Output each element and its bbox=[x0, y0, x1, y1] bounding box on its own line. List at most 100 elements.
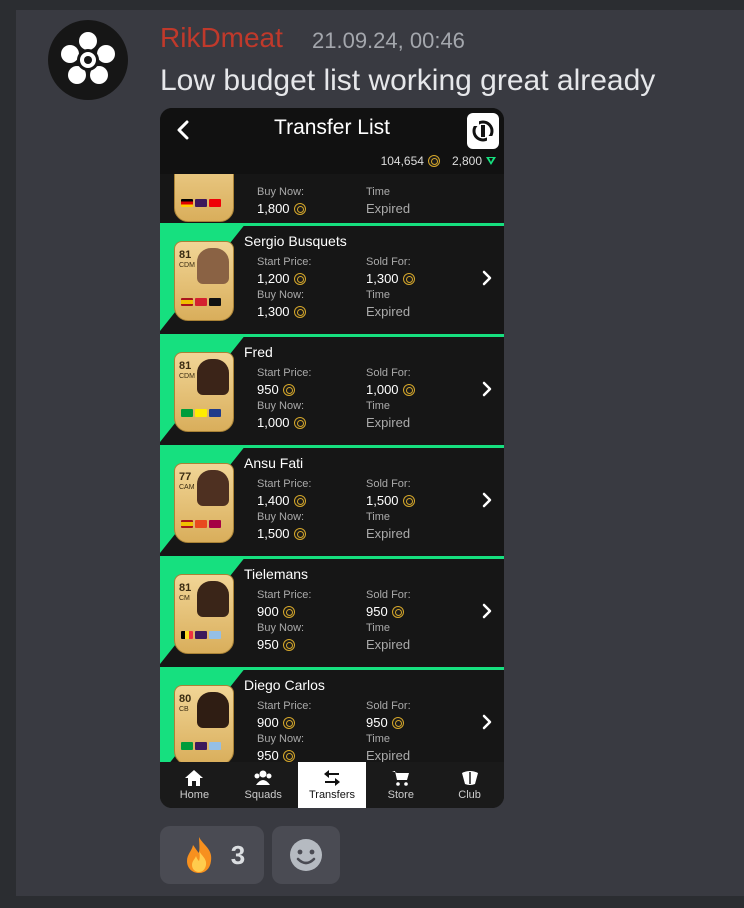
coin-icon bbox=[293, 202, 306, 215]
card-rating: 81 bbox=[179, 582, 192, 594]
card-flags bbox=[181, 409, 221, 417]
bottom-divider bbox=[0, 896, 744, 908]
chevron-right-icon[interactable] bbox=[480, 380, 494, 398]
coin-icon bbox=[391, 605, 404, 618]
buy-now-value: 1,000 bbox=[257, 415, 306, 430]
sold-stripe bbox=[160, 667, 504, 670]
sold-for-value: 1,500 bbox=[366, 493, 415, 508]
player-card: 81 CDM bbox=[174, 241, 234, 321]
screen-title: Transfer List bbox=[274, 116, 390, 139]
chevron-right-icon[interactable] bbox=[480, 269, 494, 287]
card-flags bbox=[181, 199, 221, 207]
buy-now-label: Buy Now: bbox=[257, 289, 305, 301]
buy-now-value: 1,500 bbox=[257, 526, 306, 541]
coin-icon bbox=[282, 749, 295, 762]
card-position: CDM bbox=[179, 373, 195, 380]
sold-for-label: Sold For: bbox=[366, 367, 411, 379]
time-value: Expired bbox=[366, 415, 411, 430]
coin-icon bbox=[427, 155, 440, 167]
start-price-label: Start Price: bbox=[257, 367, 312, 379]
home-icon bbox=[185, 770, 204, 786]
chevron-right-icon[interactable] bbox=[480, 602, 494, 620]
smiley-add-icon bbox=[290, 839, 322, 871]
coin-icon bbox=[282, 638, 295, 651]
player-name: Diego Carlos bbox=[244, 677, 325, 693]
points-value: 2,800 bbox=[451, 154, 482, 168]
cart-icon bbox=[391, 771, 409, 786]
time-value: Expired bbox=[366, 748, 411, 762]
start-price-value: 1,400 bbox=[257, 493, 306, 508]
player-card: 80 CB bbox=[174, 685, 234, 762]
nav-label: Squads bbox=[244, 789, 282, 801]
attached-screenshot[interactable]: Transfer List 104,654 2,800 Buy Now: 1,8… bbox=[160, 108, 504, 808]
transfer-row[interactable]: 80 CB Diego Carlos Start Price: 900 Buy … bbox=[160, 667, 504, 762]
nav-label: Club bbox=[458, 789, 481, 801]
fire-reaction-button[interactable]: 3 bbox=[160, 826, 264, 884]
chevron-right-icon[interactable] bbox=[480, 491, 494, 509]
message-username[interactable]: RikDmeat bbox=[160, 22, 283, 54]
coin-icon bbox=[402, 494, 415, 507]
transfer-row[interactable]: 81 CDM Sergio Busquets Start Price: 1,20… bbox=[160, 223, 504, 334]
sold-for-label: Sold For: bbox=[366, 700, 411, 712]
user-avatar[interactable] bbox=[48, 20, 128, 100]
time-label: Time bbox=[366, 289, 391, 301]
rose-emblem-icon bbox=[61, 32, 115, 84]
buy-now-label: Buy Now: bbox=[257, 400, 305, 412]
player-face bbox=[197, 692, 229, 728]
transfer-list: Buy Now: 1,800 Time Expired 81 CDM Sergi bbox=[160, 174, 504, 762]
card-position: CDM bbox=[179, 262, 195, 269]
start-price-label: Start Price: bbox=[257, 256, 312, 268]
coin-icon bbox=[293, 416, 306, 429]
points-gem-icon bbox=[486, 157, 496, 165]
card-rating: 80 bbox=[179, 693, 192, 705]
message-text: Low budget list working great already bbox=[160, 64, 656, 97]
coin-icon bbox=[293, 272, 306, 285]
transfer-row[interactable]: 77 CAM Ansu Fati Start Price: 1,400 Buy … bbox=[160, 445, 504, 556]
sold-for-label: Sold For: bbox=[366, 256, 411, 268]
player-card: 81 CM bbox=[174, 574, 234, 654]
start-price-value: 1,200 bbox=[257, 271, 306, 286]
nav-squads[interactable]: Squads bbox=[229, 762, 298, 808]
bottom-nav: Home Squads Transfers Store Club bbox=[160, 762, 504, 808]
player-name: Sergio Busquets bbox=[244, 233, 347, 249]
player-face bbox=[197, 581, 229, 617]
start-price-value: 900 bbox=[257, 604, 295, 619]
transfer-row[interactable]: 81 CDM Fred Start Price: 950 Buy Now: 1,… bbox=[160, 334, 504, 445]
nav-transfers[interactable]: Transfers bbox=[297, 762, 367, 808]
buy-now-label: Buy Now: bbox=[257, 733, 305, 745]
sold-for-value: 950 bbox=[366, 604, 404, 619]
sold-for-value: 1,000 bbox=[366, 382, 415, 397]
card-flags bbox=[181, 298, 221, 306]
nav-club[interactable]: Club bbox=[435, 762, 504, 808]
coin-icon bbox=[282, 716, 295, 729]
start-price-value: 900 bbox=[257, 715, 295, 730]
sold-for-label: Sold For: bbox=[366, 478, 411, 490]
nav-label: Transfers bbox=[308, 789, 356, 801]
player-face bbox=[197, 248, 229, 284]
card-flags bbox=[181, 631, 221, 639]
sold-for-label: Sold For: bbox=[366, 589, 411, 601]
coin-icon bbox=[391, 716, 404, 729]
card-rating: 77 bbox=[179, 471, 192, 483]
card-position: CAM bbox=[179, 484, 195, 491]
chevron-right-icon[interactable] bbox=[480, 713, 494, 731]
nav-home[interactable]: Home bbox=[160, 762, 229, 808]
time-value: Expired bbox=[366, 637, 411, 652]
sold-stripe bbox=[160, 223, 504, 226]
card-flags bbox=[181, 520, 221, 528]
add-reaction-button[interactable] bbox=[272, 826, 340, 884]
fire-icon bbox=[186, 837, 212, 873]
player-card bbox=[174, 174, 234, 222]
screenshot-header: Transfer List 104,654 2,800 bbox=[160, 108, 504, 174]
buy-now-label: Buy Now: bbox=[257, 186, 305, 198]
start-price-label: Start Price: bbox=[257, 700, 312, 712]
sold-for-value: 1,300 bbox=[366, 271, 415, 286]
player-face bbox=[197, 359, 229, 395]
sold-stripe bbox=[160, 445, 504, 448]
nav-store[interactable]: Store bbox=[366, 762, 435, 808]
transfer-row[interactable]: 81 CM Tielemans Start Price: 900 Buy Now… bbox=[160, 556, 504, 667]
people-icon bbox=[254, 770, 272, 785]
buy-now-value: 1,800 bbox=[257, 201, 306, 216]
buy-now-value: 950 bbox=[257, 637, 295, 652]
currency-display: 104,654 2,800 bbox=[381, 154, 496, 168]
